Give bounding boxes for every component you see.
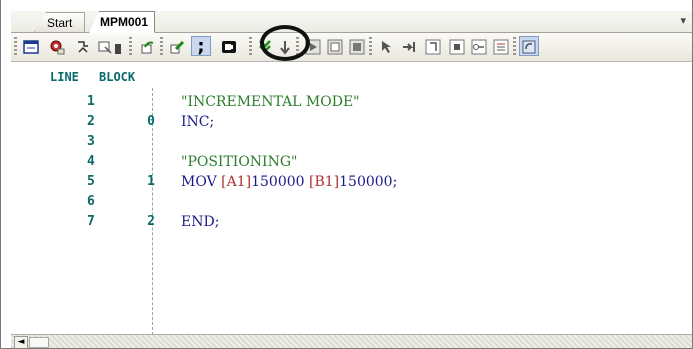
teach-icon[interactable] [73, 37, 93, 57]
code-token: INC; [181, 114, 215, 130]
frame-icon[interactable] [423, 37, 443, 57]
code-token: [A1] [221, 174, 252, 190]
link-icon[interactable] [469, 37, 489, 57]
line-number: 6 [87, 194, 95, 209]
line-number: 5 [87, 174, 95, 189]
toolbar-grip[interactable] [129, 37, 132, 57]
code-token: 150000 [251, 174, 309, 190]
line-number: 4 [87, 154, 95, 169]
dropdown-arrow-icon[interactable] [113, 37, 123, 57]
panel-icon[interactable] [21, 37, 41, 57]
edit-pencil-icon[interactable] [167, 37, 187, 57]
cursor-icon[interactable] [377, 37, 397, 57]
toolbar-grip[interactable] [160, 37, 163, 57]
block-number: 2 [147, 214, 155, 229]
tab-strip: Start MPM001 ▾ [11, 11, 692, 33]
sync-icon[interactable] [519, 37, 539, 57]
list-icon[interactable] [491, 37, 511, 57]
line-number: 2 [87, 114, 95, 129]
tab-start[interactable]: Start [34, 12, 86, 32]
stop-icon[interactable] [347, 37, 367, 57]
editor-toolbar: ; [11, 33, 692, 62]
code-text[interactable]: END; [181, 214, 219, 230]
program-editor-window: Start MPM001 ▾ ; LINE BLOCK 1 "INCREMENT… [0, 0, 693, 349]
code-text[interactable]: "INCREMENTAL MODE" [181, 94, 360, 110]
semicolon-comment-icon[interactable]: ; [191, 37, 211, 57]
code-token: MOV [181, 174, 222, 190]
col-block-header: BLOCK [99, 70, 136, 84]
code-line[interactable]: 3 [11, 134, 692, 154]
code-line[interactable]: 5 1 MOV [A1]150000 [B1]150000; [11, 174, 692, 194]
code-text[interactable]: "POSITIONING" [181, 154, 297, 170]
code-line[interactable]: 7 2 END; [11, 214, 692, 234]
highlight-circle-annotation [260, 25, 310, 61]
line-number: 3 [87, 134, 95, 149]
code-token: [B1] [309, 174, 340, 190]
pause-icon[interactable] [325, 37, 345, 57]
toolbar-grip[interactable] [513, 37, 516, 57]
code-text[interactable]: MOV [A1]150000 [B1]150000; [181, 174, 397, 190]
code-text[interactable]: INC; [181, 114, 214, 130]
code-token: "POSITIONING" [181, 154, 298, 170]
settings-gear-icon[interactable] [47, 37, 67, 57]
print-icon[interactable] [95, 37, 115, 57]
editor-column-header: LINE BLOCK [11, 70, 692, 88]
code-line[interactable]: 2 0 INC; [11, 114, 692, 134]
toolbar-grip[interactable] [369, 37, 372, 57]
code-line[interactable]: 4 "POSITIONING" [11, 154, 692, 174]
line-number: 7 [87, 214, 95, 229]
line-number: 1 [87, 94, 95, 109]
code-line[interactable]: 6 [11, 194, 692, 214]
tab-mpm001[interactable]: MPM001 [89, 11, 156, 33]
code-token: 150000; [339, 174, 398, 190]
horizontal-scrollbar[interactable]: ◄ [11, 334, 692, 348]
col-line-header: LINE [50, 70, 79, 84]
dropdown-arrow-icon[interactable]: ▾ [680, 14, 686, 27]
block-number: 0 [147, 114, 155, 129]
toolbar-grip[interactable] [14, 37, 17, 57]
code-token: "INCREMENTAL MODE" [181, 94, 360, 110]
toolbar-grip[interactable] [249, 37, 252, 57]
code-line[interactable]: 1 "INCREMENTAL MODE" [11, 94, 692, 114]
refresh-green-icon[interactable] [137, 37, 157, 57]
block-number: 1 [147, 174, 155, 189]
scroll-thumb[interactable] [29, 337, 49, 348]
code-token: END; [181, 214, 220, 230]
record-icon[interactable] [447, 37, 467, 57]
circle-block-icon[interactable] [219, 37, 239, 57]
jump-icon[interactable] [399, 37, 419, 57]
scroll-left-button[interactable]: ◄ [14, 336, 28, 348]
